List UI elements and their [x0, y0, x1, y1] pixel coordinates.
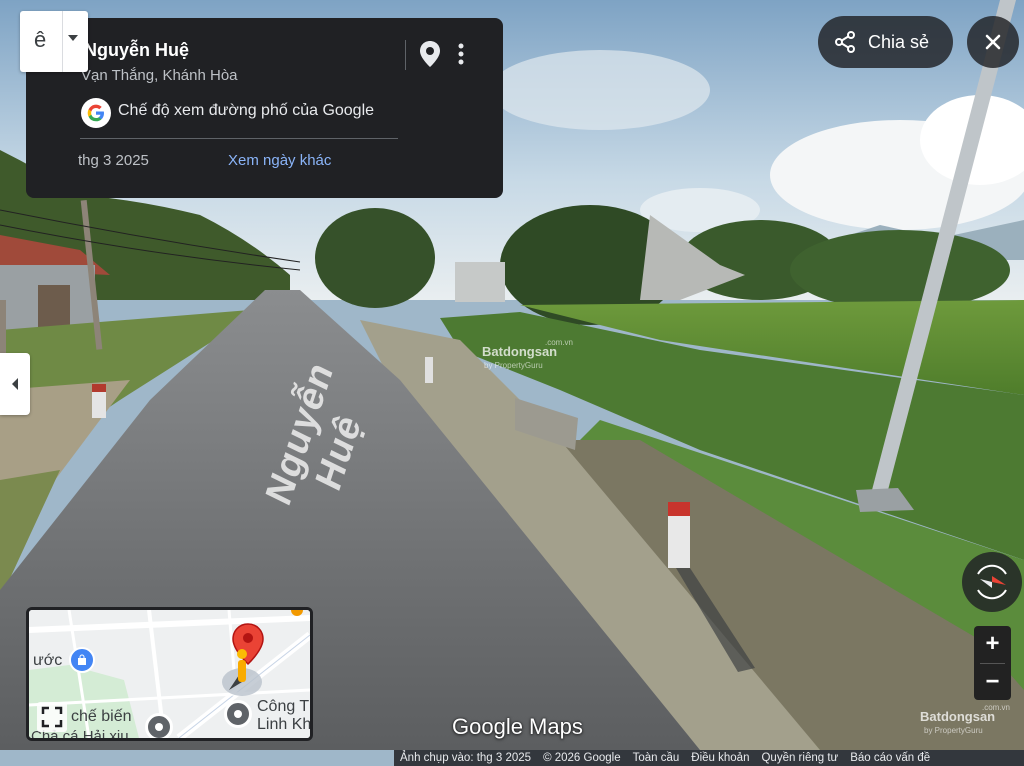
shopping-poi-icon[interactable]	[69, 647, 95, 673]
caret-down-icon	[68, 35, 78, 41]
footer-copyright: © 2026 Google	[543, 752, 621, 764]
zoom-controls: + −	[974, 626, 1011, 700]
footer-privacy-link[interactable]: Quyền riêng tư	[755, 752, 844, 764]
share-label: Chia sẻ	[868, 31, 930, 52]
zoom-in-button[interactable]: +	[974, 626, 1011, 662]
minimap-label-linh-kh: Linh Kh	[257, 716, 312, 733]
language-dropdown[interactable]: ê	[20, 11, 88, 72]
footer-terms-link[interactable]: Điều khoản	[685, 752, 755, 764]
more-vert-icon	[458, 43, 464, 65]
footer-report-link[interactable]: Báo cáo vấn đề	[844, 752, 936, 764]
batdongsan-watermark-corner-domain: .com.vn	[982, 703, 1011, 712]
place-poi-icon-2[interactable]	[224, 700, 252, 728]
location-pin-button[interactable]	[416, 40, 444, 68]
share-icon	[835, 31, 855, 53]
place-poi-icon[interactable]	[145, 713, 173, 738]
compass-button[interactable]	[962, 552, 1022, 612]
zoom-out-button[interactable]: −	[974, 664, 1011, 700]
close-button[interactable]	[967, 16, 1019, 68]
fullscreen-icon	[41, 706, 63, 728]
road-name: Nguyễn Huệ	[84, 40, 190, 60]
collapse-panel-button[interactable]	[0, 353, 30, 415]
dropdown-divider	[62, 11, 63, 72]
batdongsan-watermark-corner-sub: by PropertyGuru	[924, 726, 983, 735]
capture-date: thg 3 2025	[78, 152, 149, 169]
more-options-button[interactable]	[450, 40, 472, 68]
google-maps-logo: Google Maps	[452, 714, 583, 739]
google-g-icon	[81, 98, 111, 128]
footer-global-link[interactable]: Toàn cầu	[627, 752, 686, 764]
location-pin-icon	[420, 41, 440, 67]
chevron-left-icon	[12, 378, 18, 390]
road-area: Vạn Thắng, Khánh Hòa	[81, 67, 238, 84]
expand-map-button[interactable]	[37, 702, 67, 732]
minimap[interactable]: ước chế biến Chả cá Hải xịu Công T Linh …	[26, 607, 313, 741]
pegman-icon	[237, 649, 247, 682]
minimap-label-ruoc: ước	[33, 652, 63, 669]
minimap-label-che-bien: chế biến	[71, 708, 132, 725]
close-icon	[985, 34, 1001, 50]
street-view-label: Chế độ xem đường phố của Google	[118, 102, 375, 119]
location-info-card: Nguyễn Huệ Vạn Thắng, Khánh Hòa Chế độ x…	[26, 18, 503, 198]
language-letter: ê	[34, 27, 47, 52]
minimap-label-cong-ty: Công T	[257, 698, 310, 715]
see-other-dates-link[interactable]: Xem ngày khác	[228, 152, 331, 169]
card-divider	[405, 40, 406, 70]
footer-bar: Ảnh chụp vào: thg 3 2025 © 2026 Google T…	[394, 750, 1024, 766]
share-button[interactable]: Chia sẻ	[818, 16, 953, 68]
compass-icon	[977, 564, 1007, 600]
footer-capture-date: Ảnh chụp vào: thg 3 2025	[400, 752, 532, 764]
card-divider-horizontal	[80, 138, 398, 139]
batdongsan-watermark-centre-domain: .com.vn	[545, 338, 574, 347]
batdongsan-watermark-centre-sub: by PropertyGuru	[484, 361, 543, 370]
